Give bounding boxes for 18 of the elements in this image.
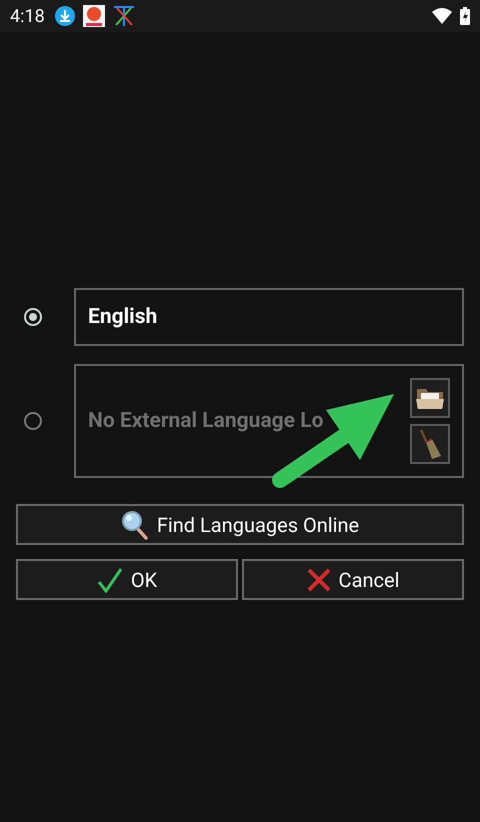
language-name: English [88,305,158,329]
language-option[interactable]: English [74,288,464,346]
check-icon [96,566,123,592]
cross-icon [306,568,331,592]
status-time: 4:18 [10,6,45,26]
ok-button[interactable]: OK [16,559,238,600]
language-name: No External Language Lo [88,409,324,433]
cancel-button[interactable]: Cancel [242,559,464,600]
find-languages-button[interactable]: Find Languages Online [16,504,464,545]
clear-button[interactable] [410,424,450,464]
battery-icon [460,7,470,25]
magnifier-icon [120,510,149,540]
load-file-button[interactable] [410,378,450,418]
download-icon [54,6,75,26]
wifi-icon [432,8,452,24]
app-icon [82,5,105,27]
broom-icon [417,428,443,460]
language-radio[interactable] [24,412,42,430]
